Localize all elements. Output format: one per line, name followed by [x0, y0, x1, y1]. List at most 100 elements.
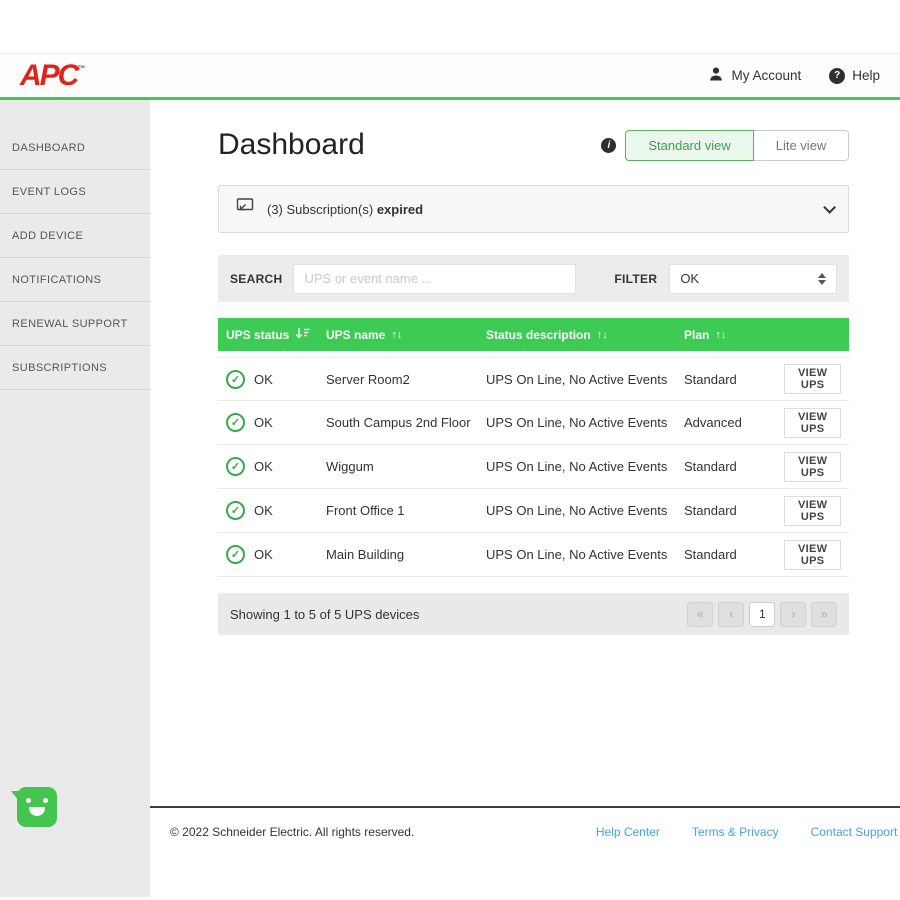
ups-name-cell: South Campus 2nd Floor — [318, 415, 478, 430]
column-header-ups-status[interactable]: UPS status — [218, 327, 318, 342]
first-page-button[interactable]: « — [687, 602, 713, 627]
table-row: ✓ OK Front Office 1 UPS On Line, No Acti… — [218, 489, 849, 533]
pagination-buttons: « ‹ 1 › » — [687, 602, 837, 627]
apc-logo-text: APC — [20, 59, 77, 92]
status-text: OK — [254, 503, 273, 518]
sort-desc-icon — [295, 327, 310, 342]
view-ups-button[interactable]: VIEW UPS — [784, 496, 841, 526]
status-cell: ✓ OK — [218, 457, 318, 476]
sidebar-item-notifications[interactable]: NOTIFICATIONS — [0, 258, 150, 302]
ups-name-cell: Server Room2 — [318, 372, 478, 387]
column-header-status-description[interactable]: Status description ↑↓ — [478, 328, 676, 342]
app-header: APC™ My Account ? Help — [0, 54, 900, 100]
page: APC™ My Account ? Help DASHBOARD EVENT L… — [0, 0, 900, 900]
banner-text: (3) Subscription(s) expired — [267, 202, 423, 217]
view-toggle-group: Standard view Lite view — [625, 130, 849, 161]
view-toggle-controls: i Standard view Lite view — [601, 130, 849, 161]
status-text: OK — [254, 415, 273, 430]
status-ok-icon: ✓ — [226, 501, 245, 520]
ups-name-cell: Wiggum — [318, 459, 478, 474]
sidebar-nav: DASHBOARD EVENT LOGS ADD DEVICE NOTIFICA… — [0, 126, 150, 390]
status-text: OK — [254, 547, 273, 562]
sidebar-item-event-logs[interactable]: EVENT LOGS — [0, 170, 150, 214]
last-page-button[interactable]: » — [811, 602, 837, 627]
status-ok-icon: ✓ — [226, 545, 245, 564]
sidebar-item-renewal-support[interactable]: RENEWAL SUPPORT — [0, 302, 150, 346]
view-ups-button[interactable]: VIEW UPS — [784, 452, 841, 482]
view-ups-button[interactable]: VIEW UPS — [784, 408, 841, 438]
page-number-button[interactable]: 1 — [749, 602, 775, 627]
status-description-cell: UPS On Line, No Active Events — [478, 503, 676, 518]
chat-widget-button[interactable] — [17, 787, 57, 827]
trademark-mark: ™ — [77, 64, 85, 73]
ups-name-cell: Main Building — [318, 547, 478, 562]
contact-support-link[interactable]: Contact Support — [811, 825, 898, 839]
plan-cell: Advanced — [676, 415, 776, 430]
info-icon[interactable]: i — [601, 138, 616, 153]
sidebar-item-add-device[interactable]: ADD DEVICE — [0, 214, 150, 258]
filter-select[interactable]: OK — [669, 264, 837, 294]
status-cell: ✓ OK — [218, 413, 318, 432]
filter-group: FILTER OK — [614, 264, 837, 294]
action-cell: VIEW UPS — [776, 364, 849, 394]
column-header-ups-name[interactable]: UPS name ↑↓ — [318, 328, 478, 342]
plan-cell: Standard — [676, 503, 776, 518]
ups-table: UPS status UPS name ↑↓ — [218, 318, 849, 577]
chevron-down-icon[interactable] — [824, 201, 837, 214]
previous-page-button[interactable]: ‹ — [718, 602, 744, 627]
search-label: SEARCH — [230, 272, 282, 286]
column-header-plan[interactable]: Plan ↑↓ — [676, 328, 776, 342]
terms-privacy-link[interactable]: Terms & Privacy — [692, 825, 779, 839]
main-content: Dashboard i Standard view Lite view — [150, 100, 900, 897]
pagination-summary: Showing 1 to 5 of 5 UPS devices — [230, 607, 419, 622]
status-cell: ✓ OK — [218, 545, 318, 564]
chat-smiley-mouth — [29, 807, 45, 816]
status-ok-icon: ✓ — [226, 457, 245, 476]
sidebar-item-label: DASHBOARD — [12, 142, 85, 154]
view-ups-button[interactable]: VIEW UPS — [784, 540, 841, 570]
title-row: Dashboard i Standard view Lite view — [218, 128, 849, 162]
next-page-button[interactable]: › — [780, 602, 806, 627]
browser-top-strip — [0, 0, 900, 54]
sidebar-item-subscriptions[interactable]: SUBSCRIPTIONS — [0, 346, 150, 390]
subscription-expired-banner[interactable]: (3) Subscription(s) expired — [218, 185, 849, 233]
table-row: ✓ OK South Campus 2nd Floor UPS On Line,… — [218, 401, 849, 445]
sort-both-icon: ↑↓ — [715, 329, 726, 341]
action-cell: VIEW UPS — [776, 452, 849, 482]
action-cell: VIEW UPS — [776, 540, 849, 570]
user-icon — [708, 66, 724, 85]
sidebar-item-label: RENEWAL SUPPORT — [12, 318, 128, 330]
plan-cell: Standard — [676, 547, 776, 562]
action-cell: VIEW UPS — [776, 496, 849, 526]
apc-logo: APC™ — [20, 61, 85, 91]
my-account-label: My Account — [731, 68, 801, 83]
column-label: UPS name — [326, 328, 385, 342]
table-row: ✓ OK Server Room2 UPS On Line, No Active… — [218, 357, 849, 401]
banner-count-text: (3) Subscription(s) — [267, 202, 373, 217]
header-actions: My Account ? Help — [708, 66, 880, 85]
status-description-cell: UPS On Line, No Active Events — [478, 415, 676, 430]
standard-view-button[interactable]: Standard view — [625, 130, 753, 161]
sidebar-item-dashboard[interactable]: DASHBOARD — [0, 126, 150, 170]
action-cell: VIEW UPS — [776, 408, 849, 438]
help-link[interactable]: ? Help — [829, 68, 880, 84]
my-account-link[interactable]: My Account — [708, 66, 801, 85]
lite-view-button[interactable]: Lite view — [754, 130, 850, 161]
sidebar-item-label: ADD DEVICE — [12, 230, 83, 242]
help-center-link[interactable]: Help Center — [596, 825, 660, 839]
status-ok-icon: ✓ — [226, 370, 245, 389]
status-text: OK — [254, 459, 273, 474]
sort-both-icon: ↑↓ — [597, 329, 608, 341]
chat-smiley-eye — [26, 798, 31, 803]
ups-name-cell: Front Office 1 — [318, 503, 478, 518]
footer-links: Help Center Terms & Privacy Contact Supp… — [596, 825, 897, 839]
sidebar-item-label: NOTIFICATIONS — [12, 274, 101, 286]
column-label: Status description — [486, 328, 591, 342]
status-cell: ✓ OK — [218, 501, 318, 520]
search-input[interactable] — [293, 264, 576, 294]
page-title: Dashboard — [218, 128, 365, 162]
banner-emphasis-text: expired — [377, 202, 423, 217]
table-header-row: UPS status UPS name ↑↓ — [218, 318, 849, 351]
view-ups-button[interactable]: VIEW UPS — [784, 364, 841, 394]
status-description-cell: UPS On Line, No Active Events — [478, 547, 676, 562]
